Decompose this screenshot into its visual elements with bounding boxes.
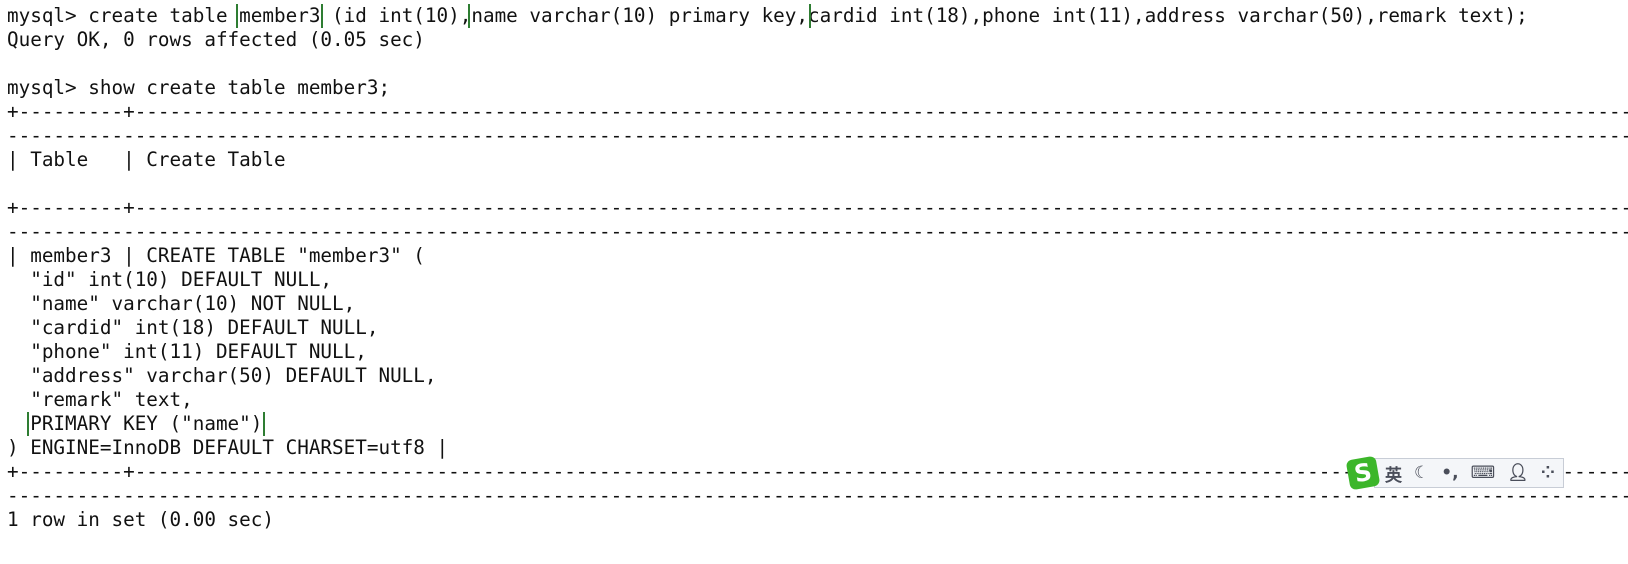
terminal-line: ----------------------------------------… — [7, 220, 1628, 244]
ime-toolbar-bar: 英 ☾ •, ⌨ 👤︎ ⁘ — [1374, 458, 1564, 488]
terminal-text: ----------------------------------------… — [7, 220, 1628, 243]
terminal-text: | Table | Create Table — [7, 148, 286, 171]
terminal-line: | member3 | CREATE TABLE "member3" ( — [7, 244, 1628, 268]
terminal-line: "address" varchar(50) DEFAULT NULL, — [7, 364, 1628, 388]
terminal-line: "remark" text, — [7, 388, 1628, 412]
terminal-text: mysql> show create table member3; — [7, 76, 391, 99]
terminal-line: "name" varchar(10) NOT NULL, — [7, 292, 1628, 316]
terminal-line: Query OK, 0 rows affected (0.05 sec) — [7, 28, 1628, 52]
terminal-text: "id" int(10) DEFAULT NULL, — [7, 268, 333, 291]
terminal-output[interactable]: mysql> create table member3 (id int(10),… — [7, 4, 1628, 532]
terminal-text: "name" varchar(10) NOT NULL, — [7, 292, 356, 315]
ime-toolbar[interactable]: S 英 ☾ •, ⌨ 👤︎ ⁘ — [1345, 455, 1564, 491]
terminal-text: "phone" int(11) DEFAULT NULL, — [7, 340, 367, 363]
terminal-line: mysql> show create table member3; — [7, 76, 1628, 100]
terminal-line: mysql> create table member3 (id int(10),… — [7, 4, 1628, 28]
terminal-line: ) ENGINE=InnoDB DEFAULT CHARSET=utf8 | — [7, 436, 1628, 460]
terminal-line: +---------+-----------------------------… — [7, 100, 1628, 124]
highlight-box: member3 — [236, 4, 324, 28]
terminal-text: "address" varchar(50) DEFAULT NULL, — [7, 364, 437, 387]
terminal-text: mysql> create table — [7, 4, 240, 27]
apps-icon[interactable]: ⁘ — [1541, 463, 1555, 483]
terminal-line: "phone" int(11) DEFAULT NULL, — [7, 340, 1628, 364]
terminal-line: +---------+-----------------------------… — [7, 196, 1628, 220]
terminal-text: (id int(10), — [320, 4, 472, 27]
terminal-text: "cardid" int(18) DEFAULT NULL, — [7, 316, 379, 339]
input-mode-toggle[interactable]: 英 — [1385, 461, 1402, 486]
terminal-text: ----------------------------------------… — [7, 124, 1628, 147]
terminal-line: ----------------------------------------… — [7, 124, 1628, 148]
user-icon[interactable]: 👤︎ — [1507, 463, 1529, 483]
keyboard-icon[interactable]: ⌨ — [1471, 463, 1496, 483]
punctuation-icon[interactable]: •, — [1441, 463, 1458, 483]
terminal-line: | Table | Create Table — [7, 148, 1628, 172]
terminal-text: | member3 | CREATE TABLE "member3" ( — [7, 244, 425, 267]
terminal-line: PRIMARY KEY ("name") — [7, 412, 1628, 436]
highlight-box: PRIMARY KEY ("name") — [27, 412, 266, 436]
terminal-text: ) ENGINE=InnoDB DEFAULT CHARSET=utf8 | — [7, 436, 449, 459]
moon-icon[interactable]: ☾ — [1414, 463, 1429, 483]
terminal-text: "remark" text, — [7, 388, 193, 411]
terminal-text: 1 row in set (0.00 sec) — [7, 508, 274, 531]
terminal-line: 1 row in set (0.00 sec) — [7, 508, 1628, 532]
terminal-line: "cardid" int(18) DEFAULT NULL, — [7, 316, 1628, 340]
terminal-text: cardid int(18),phone int(11),address var… — [808, 4, 1528, 27]
sogou-logo-icon[interactable]: S — [1345, 455, 1381, 491]
terminal-text: Query OK, 0 rows affected (0.05 sec) — [7, 28, 425, 51]
logo-letter: S — [1352, 457, 1374, 489]
terminal-text: +---------+-----------------------------… — [7, 196, 1628, 219]
highlight-box: name varchar(10) primary key, — [468, 4, 811, 28]
terminal-text: +---------+-----------------------------… — [7, 100, 1628, 123]
terminal-line: "id" int(10) DEFAULT NULL, — [7, 268, 1628, 292]
